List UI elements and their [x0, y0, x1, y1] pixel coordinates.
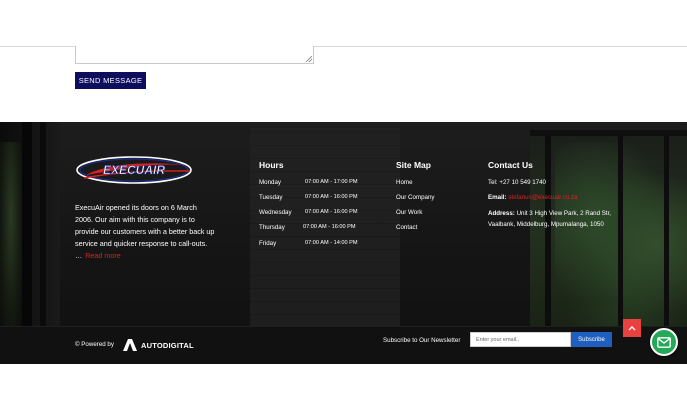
autodigital-wordmark: AUTODIGITAL [141, 340, 194, 350]
address-label: Address: [488, 210, 515, 217]
message-textarea[interactable] [75, 46, 314, 64]
sitemap-link-our-work[interactable]: Our Work [396, 209, 422, 216]
hours-title: Hours [259, 160, 284, 170]
footer-bg-post [40, 122, 46, 327]
hours-row: Thursday 07:00 AM - 16:00 PM [259, 224, 369, 236]
newsletter-email-input[interactable]: Enter your email.. [470, 332, 571, 347]
tel-label: Tel: [488, 179, 498, 186]
hours-day: Wednesday [259, 209, 292, 216]
sitemap-link-home[interactable]: Home [396, 179, 413, 186]
contact-title: Contact Us [488, 160, 533, 170]
hours-time: 07:00 AM - 14:00 PM [305, 240, 358, 246]
sitemap-title: Site Map [396, 160, 431, 170]
hours-time: 07:00 AM - 17:00 PM [305, 179, 358, 185]
footer-bg-trees-left [0, 142, 22, 327]
email-link[interactable]: stefanus@execuair.co.za [508, 194, 577, 201]
chevron-up-icon [628, 326, 636, 331]
email-label: Email: [488, 194, 507, 201]
newsletter-label: Subscribe to Our Newsletter [383, 337, 461, 344]
logo-wordmark: EXECUAIR [103, 163, 165, 177]
hours-day: Tuesday [259, 194, 283, 201]
read-more-link[interactable]: Read more [85, 251, 121, 260]
page-header-area [0, 0, 687, 47]
sitemap-link-contact[interactable]: Contact [396, 224, 417, 231]
tel-value[interactable]: +27 10 549 1740 [499, 179, 546, 186]
sitemap-link-our-company[interactable]: Our Company [396, 194, 435, 201]
contact-address: Address: Unit 3 High View Park, 2 Rand S… [488, 208, 613, 230]
page: SEND MESSAGE EXECUAIR ExecuAir opened it… [0, 0, 687, 412]
autodigital-logo[interactable]: AUTODIGITAL [122, 338, 194, 352]
hours-row: Friday 07:00 AM - 14:00 PM [259, 240, 369, 252]
hours-day: Thursday [259, 224, 285, 231]
footer-bg-mullion [664, 136, 669, 327]
resize-grip-icon[interactable] [306, 56, 312, 62]
hours-row: Tuesday 07:00 AM - 16:00 PM [259, 194, 369, 206]
contact-tel: Tel: +27 10 549 1740 [488, 177, 613, 188]
hours-time: 07:00 AM - 16:00 PM [303, 224, 356, 230]
hours-day: Friday [259, 240, 277, 247]
send-message-button[interactable]: SEND MESSAGE [75, 72, 146, 89]
mail-icon [657, 336, 671, 348]
chat-widget-button[interactable] [650, 328, 678, 356]
subscribe-button[interactable]: Subscribe [571, 332, 612, 347]
powered-by-text: © Powered by [75, 341, 114, 348]
contact-email: Email: stefanus@execuair.co.za [488, 192, 613, 203]
hours-day: Monday [259, 179, 282, 186]
footer-bg-mullion [545, 136, 551, 327]
hours-row: Wednesday 07:00 AM - 16:00 PM [259, 209, 369, 221]
autodigital-logo-icon [123, 339, 137, 351]
about-text: ExecuAir opened its doors on 6 March 200… [75, 202, 215, 262]
execuair-logo[interactable]: EXECUAIR [76, 155, 196, 185]
footer-bg-mullion [618, 136, 623, 327]
footer-bg-post [22, 122, 32, 327]
hours-time: 07:00 AM - 16:00 PM [305, 194, 358, 200]
hours-row: Monday 07:00 AM - 17:00 PM [259, 179, 369, 191]
back-to-top-button[interactable] [623, 319, 641, 337]
hours-time: 07:00 AM - 16:00 PM [305, 209, 358, 215]
